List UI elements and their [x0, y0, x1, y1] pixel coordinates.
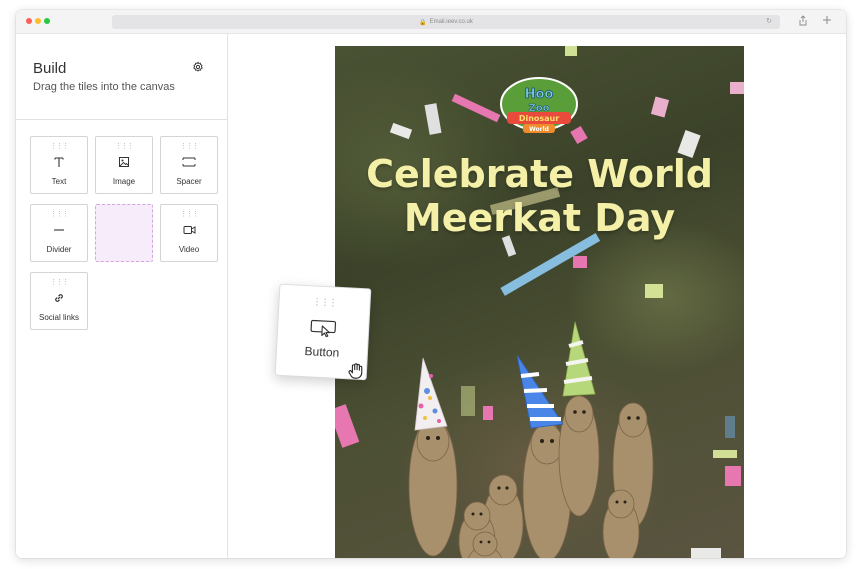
grab-hand-icon [348, 363, 363, 379]
button-cursor-icon [310, 319, 337, 338]
drag-handle-icon[interactable]: ⋮⋮⋮ [161, 211, 217, 218]
sidebar-title: Build [33, 60, 67, 77]
drag-handle-icon[interactable]: ⋮⋮⋮ [161, 143, 217, 150]
lock-icon: 🔒 [419, 19, 427, 26]
build-sidebar: Build Drag the tiles into the canvas ⋮⋮⋮… [16, 34, 228, 558]
tile-label: Social links [38, 313, 79, 322]
tile-spacer[interactable]: ⋮⋮⋮ Spacer [160, 136, 218, 194]
meerkat-photo: Hoo Zoo Dinosaur World [335, 46, 744, 558]
svg-text:Dinosaur: Dinosaur [519, 114, 559, 123]
video-icon [183, 226, 195, 234]
tile-label: Divider [46, 245, 72, 254]
tile-text[interactable]: ⋮⋮⋮ Text [30, 136, 88, 194]
divider-icon [54, 229, 64, 231]
gear-icon[interactable] [192, 61, 204, 73]
close-window-button[interactable] [26, 18, 32, 24]
reload-icon[interactable]: ↻ [766, 17, 772, 25]
tile-divider[interactable]: ⋮⋮⋮ Divider [30, 204, 88, 262]
drag-handle-icon[interactable]: ⋮⋮⋮ [96, 143, 152, 150]
dragging-tile-label: Button [304, 344, 340, 360]
tile-label: Spacer [176, 177, 202, 186]
link-icon [55, 294, 63, 302]
sidebar-header: Build Drag the tiles into the canvas [16, 34, 227, 120]
tile-video[interactable]: ⋮⋮⋮ Video [160, 204, 218, 262]
tile-image[interactable]: ⋮⋮⋮ Image [95, 136, 153, 194]
text-icon [54, 157, 64, 167]
headline-line-2: Meerkat Day [403, 196, 676, 240]
drag-handle-icon[interactable]: ⋮⋮⋮ [31, 279, 87, 286]
svg-text:World: World [529, 126, 549, 133]
share-icon[interactable] [798, 15, 808, 30]
email-headline[interactable]: Celebrate World Meerkat Day [335, 152, 744, 240]
browser-window: 🔒 Email.ieev.co.uk ↻ Build Drag the tile… [16, 10, 846, 558]
tile-social-links[interactable]: ⋮⋮⋮ Social links [30, 272, 88, 330]
drag-handle-icon[interactable]: ⋮⋮⋮ [279, 296, 369, 309]
email-canvas[interactable]: Hoo Zoo Dinosaur World Celebrate World M… [229, 34, 846, 558]
minimize-window-button[interactable] [35, 18, 41, 24]
sidebar-subtitle: Drag the tiles into the canvas [33, 81, 175, 93]
tile-label: Image [112, 177, 136, 186]
address-bar[interactable]: 🔒 Email.ieev.co.uk ↻ [112, 15, 780, 29]
tile-label: Text [51, 177, 67, 186]
spacer-icon [182, 157, 196, 167]
address-url: Email.ieev.co.uk [429, 19, 473, 25]
drag-handle-icon[interactable]: ⋮⋮⋮ [31, 143, 87, 150]
headline-line-1: Celebrate World [366, 152, 713, 196]
drop-placeholder [95, 204, 153, 262]
maximize-window-button[interactable] [44, 18, 50, 24]
drag-handle-icon[interactable]: ⋮⋮⋮ [31, 211, 87, 218]
image-icon [119, 157, 129, 167]
svg-text:Hoo: Hoo [525, 87, 554, 102]
email-preview[interactable]: Hoo Zoo Dinosaur World Celebrate World M… [335, 46, 744, 558]
browser-titlebar: 🔒 Email.ieev.co.uk ↻ [16, 10, 846, 34]
plus-icon[interactable] [822, 15, 832, 29]
tile-label: Video [178, 245, 200, 254]
